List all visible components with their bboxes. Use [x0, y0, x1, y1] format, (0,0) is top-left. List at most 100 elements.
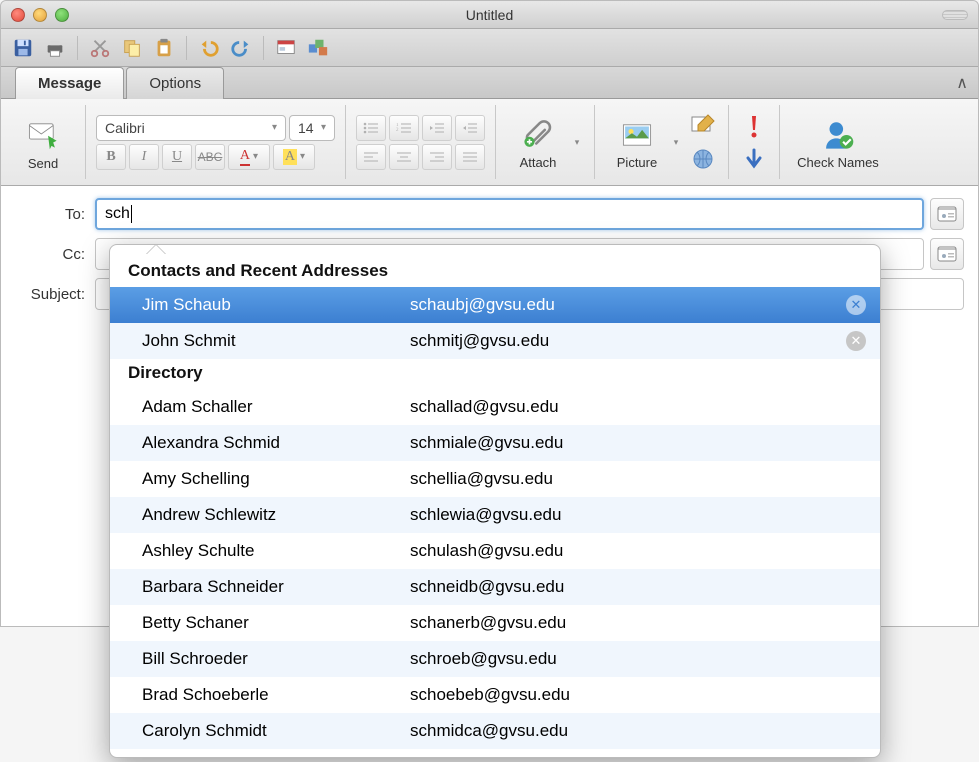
to-address-book-button[interactable]: [930, 198, 964, 230]
align-justify-button[interactable]: [455, 144, 485, 170]
attach-menu-caret[interactable]: ▾: [570, 137, 584, 148]
hyperlink-button[interactable]: [688, 144, 718, 174]
font-name-dropdown[interactable]: Calibri ▾: [96, 115, 286, 141]
picture-menu-caret[interactable]: ▾: [669, 137, 683, 148]
autocomplete-suggestion[interactable]: Andrew Schlewitzschlewia@gvsu.edu: [110, 497, 880, 533]
attach-button[interactable]: Attach: [506, 105, 570, 179]
chevron-down-icon: ▾: [321, 122, 326, 133]
italic-button[interactable]: I: [129, 144, 159, 170]
align-right-button[interactable]: [422, 144, 452, 170]
suggestion-email: schmitj@gvsu.edu: [410, 331, 880, 351]
font-color-button[interactable]: A▾: [228, 144, 270, 170]
to-row: To: sch: [15, 198, 964, 230]
check-names-button[interactable]: Check Names: [790, 105, 886, 179]
suggestion-email: schlewia@gvsu.edu: [410, 505, 880, 525]
paragraph-group: 12: [356, 105, 496, 179]
autocomplete-suggestion[interactable]: Bill Schroederschroeb@gvsu.edu: [110, 641, 880, 677]
suggestion-name: John Schmit: [110, 331, 410, 351]
numbered-list-button[interactable]: 12: [389, 115, 419, 141]
align-center-button[interactable]: [389, 144, 419, 170]
autocomplete-heading-recent: Contacts and Recent Addresses: [110, 257, 880, 287]
signature-button[interactable]: [688, 111, 718, 141]
names-group: Check Names: [790, 105, 896, 179]
tab-message[interactable]: Message: [15, 67, 124, 99]
quick-access-toolbar: [1, 29, 978, 67]
paste-icon[interactable]: [150, 34, 178, 62]
attach-group: Attach ▾: [506, 105, 595, 179]
suggestion-email: schulash@gvsu.edu: [410, 541, 880, 561]
send-label: Send: [28, 156, 58, 171]
separator: [263, 36, 264, 60]
picture-button[interactable]: Picture: [605, 105, 669, 179]
ribbon-tab-bar: Message Options ∧: [1, 67, 978, 99]
suggestion-email: schanerb@gvsu.edu: [410, 613, 880, 633]
suggestion-email: schmidca@gvsu.edu: [410, 721, 880, 741]
suggestion-name: Brad Schoeberle: [110, 685, 410, 705]
font-group: Calibri ▾ 14 ▾ B I U ABC A▾ A▾: [96, 105, 346, 179]
svg-text:2: 2: [396, 128, 399, 133]
autocomplete-suggestion[interactable]: Barbara Schneiderschneidb@gvsu.edu: [110, 569, 880, 605]
paperclip-icon: [518, 115, 558, 155]
autocomplete-suggestion[interactable]: Ashley Schulteschulash@gvsu.edu: [110, 533, 880, 569]
autocomplete-suggestion[interactable]: Betty Schanerschanerb@gvsu.edu: [110, 605, 880, 641]
copy-icon[interactable]: [118, 34, 146, 62]
suggestion-email: schaubj@gvsu.edu: [410, 295, 880, 315]
font-size-value: 14: [298, 120, 314, 136]
decrease-indent-button[interactable]: [422, 115, 452, 141]
autocomplete-suggestion[interactable]: Carolyn Schmidtschmidca@gvsu.edu: [110, 713, 880, 749]
remove-suggestion-icon[interactable]: ✕: [846, 331, 866, 351]
close-window-button[interactable]: [11, 8, 25, 22]
high-importance-button[interactable]: [739, 111, 769, 141]
strikethrough-button[interactable]: ABC: [195, 144, 225, 170]
autocomplete-popup: Contacts and Recent Addresses Jim Schaub…: [109, 244, 881, 758]
to-input[interactable]: sch: [95, 198, 924, 230]
underline-button[interactable]: U: [162, 144, 192, 170]
suggestion-name: Barbara Schneider: [110, 577, 410, 597]
collapse-ribbon-icon[interactable]: ∧: [956, 73, 968, 93]
tab-options[interactable]: Options: [126, 67, 224, 99]
save-icon[interactable]: [9, 34, 37, 62]
subject-label: Subject:: [15, 286, 95, 303]
suggestion-name: Betty Schaner: [110, 613, 410, 633]
send-button[interactable]: Send: [11, 105, 75, 179]
autocomplete-suggestion[interactable]: Alexandra Schmidschmiale@gvsu.edu: [110, 425, 880, 461]
cut-icon[interactable]: [86, 34, 114, 62]
cc-label: Cc:: [15, 246, 95, 263]
insert-group: Picture ▾: [605, 105, 729, 179]
compose-window: Untitled: [0, 0, 979, 627]
bulleted-list-button[interactable]: [356, 115, 386, 141]
align-left-button[interactable]: [356, 144, 386, 170]
cc-address-book-button[interactable]: [930, 238, 964, 270]
autocomplete-suggestion[interactable]: John Schmitschmitj@gvsu.edu✕: [110, 323, 880, 359]
to-input-value: sch: [105, 205, 130, 223]
media-browser-icon[interactable]: [304, 34, 332, 62]
title-bar: Untitled: [1, 1, 978, 29]
print-icon[interactable]: [41, 34, 69, 62]
font-size-dropdown[interactable]: 14 ▾: [289, 115, 335, 141]
separator: [77, 36, 78, 60]
bold-button[interactable]: B: [96, 144, 126, 170]
minimize-window-button[interactable]: [33, 8, 47, 22]
suggestion-email: schoebeb@gvsu.edu: [410, 685, 880, 705]
suggestion-email: schallad@gvsu.edu: [410, 397, 880, 417]
autocomplete-suggestion[interactable]: Brad Schoeberleschoebeb@gvsu.edu: [110, 677, 880, 713]
zoom-window-button[interactable]: [55, 8, 69, 22]
attach-label: Attach: [520, 155, 557, 170]
toolbox-icon[interactable]: [272, 34, 300, 62]
remove-suggestion-icon[interactable]: ✕: [846, 295, 866, 315]
low-importance-button[interactable]: [739, 144, 769, 174]
window-controls: [11, 8, 69, 22]
suggestion-email: schneidb@gvsu.edu: [410, 577, 880, 597]
font-name-value: Calibri: [105, 120, 145, 136]
autocomplete-suggestion[interactable]: Adam Schallerschallad@gvsu.edu: [110, 389, 880, 425]
autocomplete-suggestion[interactable]: Jim Schaubschaubj@gvsu.edu✕: [110, 287, 880, 323]
autocomplete-suggestion[interactable]: Amy Schellingschellia@gvsu.edu: [110, 461, 880, 497]
increase-indent-button[interactable]: [455, 115, 485, 141]
suggestion-name: Jim Schaub: [110, 295, 410, 315]
highlight-button[interactable]: A▾: [273, 144, 315, 170]
undo-icon[interactable]: [195, 34, 223, 62]
redo-icon[interactable]: [227, 34, 255, 62]
envelope-send-icon: [23, 114, 63, 154]
separator: [186, 36, 187, 60]
suggestion-email: schmiale@gvsu.edu: [410, 433, 880, 453]
